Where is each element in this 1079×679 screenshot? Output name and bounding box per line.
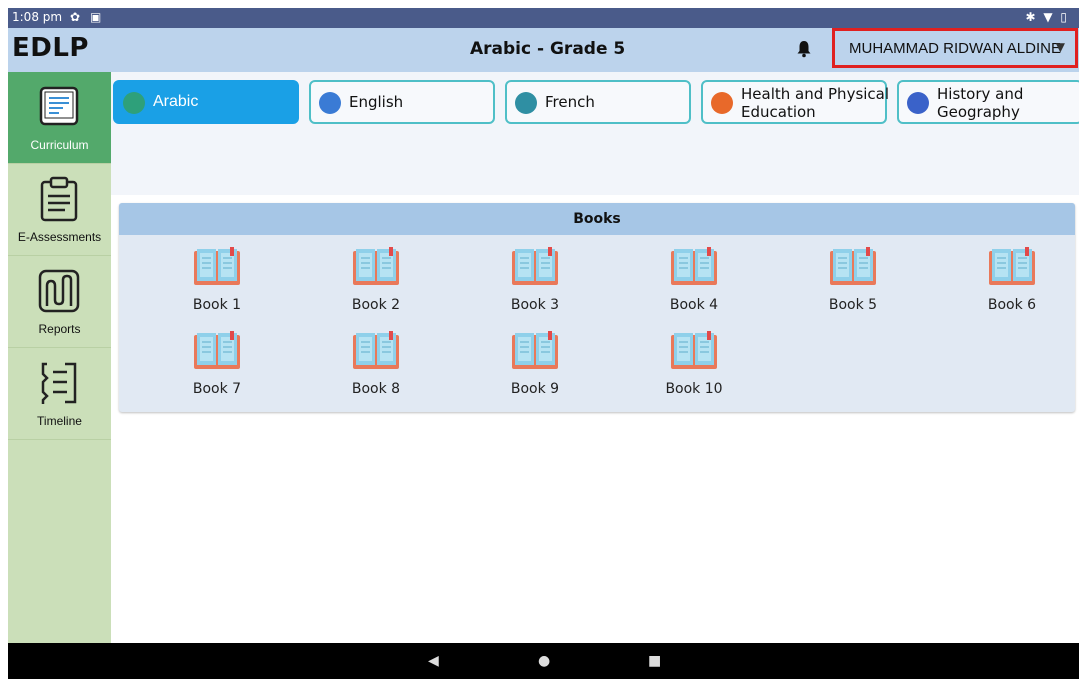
book-icon xyxy=(512,331,558,369)
status-icons: ✱ ▼ ▯ xyxy=(1025,10,1069,24)
clipboard-icon xyxy=(40,176,78,222)
user-menu[interactable]: MUHAMMAD RIDWAN ALDINE ▼ xyxy=(832,28,1078,68)
sidebar-item-label: Timeline xyxy=(37,414,82,428)
book-label: Book 4 xyxy=(669,297,719,313)
settings-icon: ✿ xyxy=(70,10,81,24)
book-icon xyxy=(671,247,717,285)
book-icon xyxy=(512,247,558,285)
book-icon xyxy=(671,331,717,369)
tab-english[interactable]: English xyxy=(309,80,495,124)
tab-french[interactable]: French xyxy=(505,80,691,124)
book-label: Book 8 xyxy=(351,381,401,397)
tab-arabic[interactable]: Arabic xyxy=(113,80,299,124)
history-subject-icon xyxy=(907,92,929,114)
english-subject-icon xyxy=(319,92,341,114)
book-icon xyxy=(830,247,876,285)
app-logo: EDLP xyxy=(12,33,89,63)
tab-label: English xyxy=(349,93,404,111)
app-frame: 1:08 pm ✿ ▣ ✱ ▼ ▯ EDLP Arabic - Grade 5 … xyxy=(8,8,1079,679)
main-content: Arabic English French Health and Physica… xyxy=(111,72,1079,643)
book-item[interactable]: Book 2 xyxy=(316,247,436,317)
book-item[interactable]: Book 8 xyxy=(316,331,436,401)
tab-history-geography[interactable]: History and Geography xyxy=(897,80,1079,124)
book-icon xyxy=(194,331,240,369)
book-label: Book 1 xyxy=(192,297,242,313)
curriculum-icon xyxy=(39,86,79,126)
book-item[interactable]: Book 1 xyxy=(157,247,277,317)
book-item[interactable]: Book 3 xyxy=(475,247,595,317)
sidebar-item-timeline[interactable]: Timeline xyxy=(8,348,111,440)
books-panel: Books Book 1 Book 2 Book 3 Book 4 Book 5 Book… xyxy=(119,203,1075,412)
sidebar: Curriculum E-Assessments Reports Timelin… xyxy=(8,72,111,643)
sidebar-item-e-assessments[interactable]: E-Assessments xyxy=(8,164,111,256)
tab-health-physical-education[interactable]: Health and Physical Education xyxy=(701,80,889,124)
tab-label: Arabic xyxy=(153,93,199,110)
user-name: MUHAMMAD RIDWAN ALDINE xyxy=(849,40,1061,57)
book-icon xyxy=(989,247,1035,285)
book-icon xyxy=(353,247,399,285)
book-item[interactable]: Book 9 xyxy=(475,331,595,401)
sidebar-item-label: E-Assessments xyxy=(17,230,102,244)
book-label: Book 6 xyxy=(987,297,1037,313)
book-item[interactable]: Book 7 xyxy=(157,331,277,401)
french-subject-icon xyxy=(515,92,537,114)
book-label: Book 5 xyxy=(828,297,878,313)
system-nav-bar: ◀ ● ■ xyxy=(8,643,1079,679)
sidebar-item-label: Curriculum xyxy=(30,138,89,152)
timeline-icon xyxy=(41,362,77,404)
books-panel-title: Books xyxy=(119,203,1075,235)
book-label: Book 10 xyxy=(665,381,723,397)
bell-icon[interactable] xyxy=(796,40,812,58)
page-title: Arabic - Grade 5 xyxy=(470,39,626,59)
book-item[interactable]: Book 5 xyxy=(793,247,913,317)
book-label: Book 2 xyxy=(351,297,401,313)
back-icon[interactable]: ◀ xyxy=(428,653,439,669)
sidebar-item-curriculum[interactable]: Curriculum xyxy=(8,72,111,164)
app-bar: EDLP Arabic - Grade 5 MUHAMMAD RIDWAN AL… xyxy=(8,28,1079,72)
book-icon xyxy=(353,331,399,369)
book-icon xyxy=(194,247,240,285)
book-label: Book 7 xyxy=(192,381,242,397)
book-label: Book 9 xyxy=(510,381,560,397)
chevron-down-icon: ▼ xyxy=(1055,40,1065,54)
arabic-subject-icon xyxy=(123,92,145,114)
recents-icon[interactable]: ■ xyxy=(648,653,661,669)
book-item[interactable]: Book 10 xyxy=(634,331,754,401)
tab-label: Health and Physical Education xyxy=(741,85,890,121)
book-label: Book 3 xyxy=(510,297,560,313)
book-item[interactable]: Book 6 xyxy=(952,247,1072,317)
tab-label: French xyxy=(545,93,595,111)
reports-icon xyxy=(38,269,80,313)
image-icon: ▣ xyxy=(90,10,102,24)
home-icon[interactable]: ● xyxy=(538,653,550,669)
health-subject-icon xyxy=(711,92,733,114)
sidebar-item-reports[interactable]: Reports xyxy=(8,256,111,348)
tab-label: History and Geography xyxy=(937,85,1024,121)
subject-tabs: Arabic English French Health and Physica… xyxy=(111,72,1079,195)
status-bar: 1:08 pm ✿ ▣ ✱ ▼ ▯ xyxy=(8,8,1079,28)
book-item[interactable]: Book 4 xyxy=(634,247,754,317)
status-time: 1:08 pm xyxy=(12,10,63,24)
sidebar-item-label: Reports xyxy=(38,322,81,336)
